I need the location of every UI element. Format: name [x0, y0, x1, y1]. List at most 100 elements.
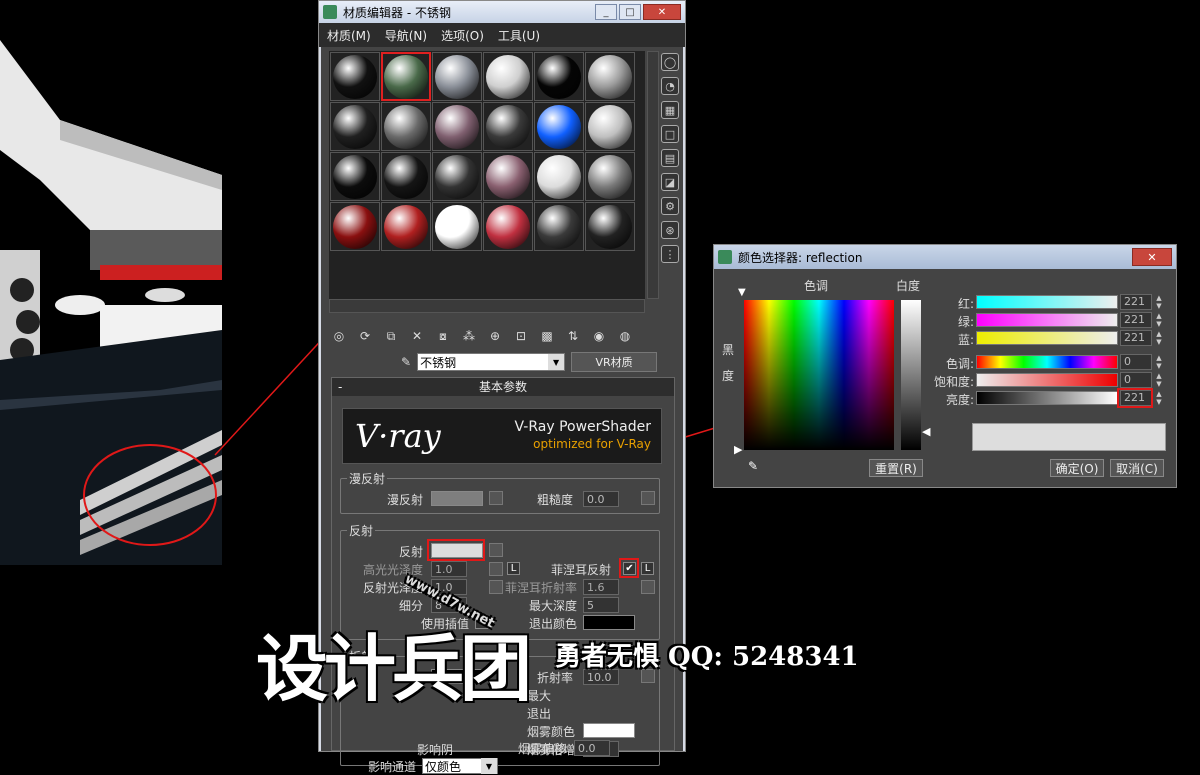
go-to-parent-icon[interactable]: ◉	[589, 326, 609, 346]
close-button[interactable]: ✕	[1132, 248, 1172, 266]
blue-slider[interactable]	[976, 331, 1118, 345]
uv-tiling-icon[interactable]: □	[661, 125, 679, 143]
material-slot[interactable]	[534, 52, 584, 101]
get-material-icon[interactable]: ◎	[329, 326, 349, 346]
menu-material[interactable]: 材质(M)	[327, 27, 371, 44]
refl-gloss-map-button[interactable]	[489, 580, 503, 594]
diffuse-map-button[interactable]	[489, 491, 503, 505]
reset-button[interactable]: 重置(R)	[869, 459, 923, 477]
menu-options[interactable]: 选项(O)	[441, 27, 484, 44]
video-check-icon[interactable]: ▤	[661, 149, 679, 167]
hilight-lock-button[interactable]: L	[507, 562, 520, 575]
material-slot[interactable]	[483, 202, 533, 251]
select-by-material-icon[interactable]: ⊛	[661, 221, 679, 239]
blue-spinner-icon[interactable]: ▲ ▼	[1154, 330, 1164, 346]
fresnel-ior-map-button[interactable]	[641, 580, 655, 594]
material-slot[interactable]	[585, 102, 635, 151]
fog-color-swatch[interactable]	[583, 723, 635, 738]
make-copy-icon[interactable]: ⧇	[433, 326, 453, 346]
hue-value[interactable]: 0	[1120, 354, 1152, 370]
material-navigator-icon[interactable]: ⋮	[661, 245, 679, 263]
make-preview-icon[interactable]: ◪	[661, 173, 679, 191]
make-unique-icon[interactable]: ⁂	[459, 326, 479, 346]
saturation-slider[interactable]	[976, 373, 1118, 387]
hue-marker-icon[interactable]: ▼	[738, 287, 746, 298]
material-slot[interactable]	[432, 152, 482, 201]
material-id-icon[interactable]: ⊡	[511, 326, 531, 346]
material-type-button[interactable]: VR材质	[571, 352, 658, 372]
material-slot[interactable]	[432, 102, 482, 151]
material-slot[interactable]	[534, 152, 584, 201]
blackness-marker-icon[interactable]: ▶	[734, 443, 742, 456]
green-slider[interactable]	[976, 313, 1118, 327]
whiteness-marker-icon[interactable]: ◀	[922, 425, 930, 438]
maximize-button[interactable]: □	[619, 4, 641, 20]
cancel-button[interactable]: 取消(C)	[1110, 459, 1164, 477]
hue-spinner-icon[interactable]: ▲ ▼	[1154, 354, 1164, 370]
backlight-icon[interactable]: ◔	[661, 77, 679, 95]
value-spinner-icon[interactable]: ▲ ▼	[1154, 390, 1164, 406]
hue-slider[interactable]	[976, 355, 1118, 369]
material-slot[interactable]	[432, 52, 482, 101]
saturation-value[interactable]: 0	[1120, 372, 1152, 388]
material-slot[interactable]	[483, 102, 533, 151]
reflection-map-button[interactable]	[489, 543, 503, 557]
show-map-icon[interactable]: ▩	[537, 326, 557, 346]
hue-blackness-plane[interactable]	[744, 300, 894, 450]
close-button[interactable]: ✕	[643, 4, 681, 20]
slots-vertical-scrollbar[interactable]	[647, 51, 659, 299]
value-slider[interactable]	[976, 391, 1118, 405]
material-slot[interactable]	[381, 52, 431, 101]
material-slot[interactable]	[585, 202, 635, 251]
eyedropper-icon[interactable]: ✎	[748, 459, 758, 473]
material-slot[interactable]	[381, 202, 431, 251]
material-slot[interactable]	[483, 52, 533, 101]
put-to-scene-icon[interactable]: ⟳	[355, 326, 375, 346]
material-slot[interactable]	[330, 52, 380, 101]
whiteness-slider[interactable]	[901, 300, 921, 450]
material-slot[interactable]	[585, 152, 635, 201]
fresnel-ior-spinner[interactable]: 1.6	[583, 579, 619, 595]
red-value[interactable]: 221	[1120, 294, 1152, 310]
options-icon[interactable]: ⚙	[661, 197, 679, 215]
material-slot[interactable]	[330, 152, 380, 201]
saturation-spinner-icon[interactable]: ▲ ▼	[1154, 372, 1164, 388]
assign-to-selection-icon[interactable]: ⧉	[381, 326, 401, 346]
reset-map-icon[interactable]: ✕	[407, 326, 427, 346]
green-spinner-icon[interactable]: ▲ ▼	[1154, 312, 1164, 328]
sample-type-icon[interactable]: ◯	[661, 53, 679, 71]
put-to-library-icon[interactable]: ⊕	[485, 326, 505, 346]
material-slot[interactable]	[483, 152, 533, 201]
fog-bias-spinner[interactable]: 0.0	[574, 740, 610, 756]
red-spinner-icon[interactable]: ▲ ▼	[1154, 294, 1164, 310]
max-depth-spinner[interactable]: 5	[583, 597, 619, 613]
green-value[interactable]: 221	[1120, 312, 1152, 328]
hilight-gloss-spinner[interactable]: 1.0	[431, 561, 467, 577]
hilight-gloss-map-button[interactable]	[489, 562, 503, 576]
background-icon[interactable]: ▦	[661, 101, 679, 119]
material-slot[interactable]	[381, 152, 431, 201]
material-slot[interactable]	[330, 102, 380, 151]
go-forward-icon[interactable]: ◍	[615, 326, 635, 346]
material-slot[interactable]	[534, 202, 584, 251]
chevron-down-icon[interactable]: ▼	[548, 354, 565, 370]
blue-value[interactable]: 221	[1120, 330, 1152, 346]
red-slider[interactable]	[976, 295, 1118, 309]
fresnel-lock-button[interactable]: L	[641, 562, 654, 575]
ok-button[interactable]: 确定(O)	[1050, 459, 1104, 477]
material-slot[interactable]	[534, 102, 584, 151]
material-name-field[interactable]: 不锈钢 ▼	[417, 353, 566, 371]
rollout-header[interactable]: - 基本参数	[332, 378, 674, 396]
collapse-icon[interactable]: -	[338, 378, 342, 396]
diffuse-color-swatch[interactable]	[431, 491, 483, 506]
material-slot[interactable]	[381, 102, 431, 151]
eyedropper-icon[interactable]: ✎	[401, 355, 411, 369]
minimize-button[interactable]: _	[595, 4, 617, 20]
show-end-result-icon[interactable]: ⇅	[563, 326, 583, 346]
slots-horizontal-scrollbar[interactable]	[329, 299, 645, 313]
material-slot[interactable]	[585, 52, 635, 101]
affect-channels-dropdown[interactable]: 仅颜色 ▼	[422, 758, 498, 774]
material-slot[interactable]	[330, 202, 380, 251]
menu-tools[interactable]: 工具(U)	[498, 27, 540, 44]
roughness-spinner[interactable]: 0.0	[583, 491, 619, 507]
